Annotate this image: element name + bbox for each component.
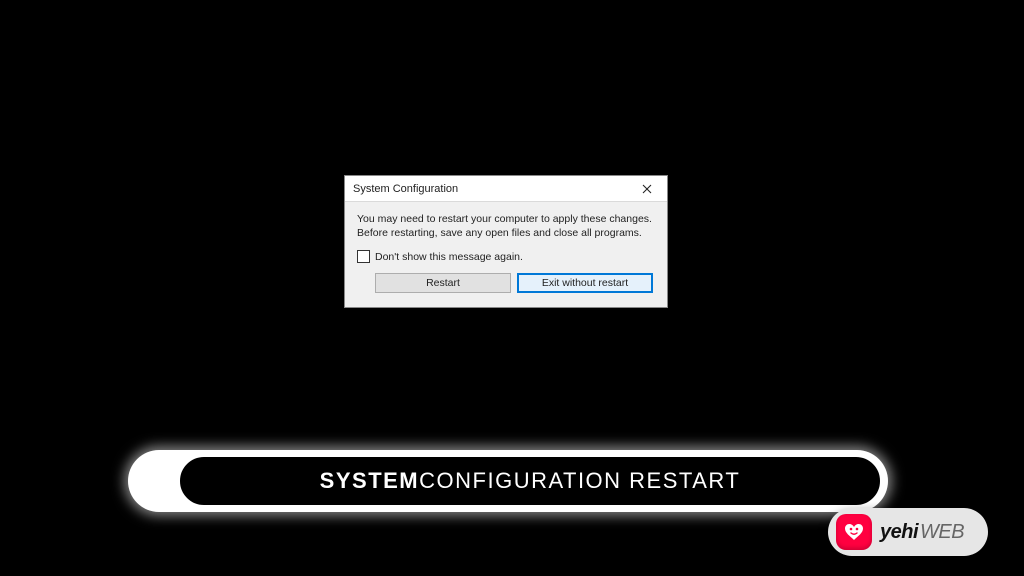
- dialog-message: You may need to restart your computer to…: [357, 212, 655, 240]
- dont-show-again-checkbox[interactable]: Don't show this message again.: [357, 250, 655, 263]
- checkbox-label: Don't show this message again.: [375, 251, 523, 263]
- watermark-brand-light: WEB: [920, 521, 964, 544]
- dialog-title: System Configuration: [353, 183, 627, 195]
- close-icon: [642, 184, 652, 194]
- watermark-brand-bold: yehi: [880, 521, 918, 544]
- dialog-button-row: Restart Exit without restart: [357, 273, 655, 295]
- dialog-titlebar: System Configuration: [345, 176, 667, 202]
- dialog-message-line2: Before restarting, save any open files a…: [357, 227, 642, 239]
- checkbox-icon: [357, 250, 370, 263]
- dialog-message-line1: You may need to restart your computer to…: [357, 213, 652, 225]
- banner-bold-text: SYSTEM: [320, 468, 419, 494]
- caption-banner: SYSTEM CONFIGURATION RESTART: [128, 450, 888, 512]
- exit-without-restart-button[interactable]: Exit without restart: [517, 273, 653, 293]
- banner-text-container: SYSTEM CONFIGURATION RESTART: [178, 455, 882, 507]
- banner-normal-text: CONFIGURATION RESTART: [419, 468, 740, 494]
- watermark-logo: [836, 514, 872, 550]
- dialog-body: You may need to restart your computer to…: [345, 202, 667, 307]
- yehiweb-watermark: yehiWEB: [828, 508, 988, 556]
- close-button[interactable]: [627, 176, 667, 202]
- system-configuration-dialog: System Configuration You may need to res…: [344, 175, 668, 308]
- watermark-text: yehiWEB: [880, 521, 964, 544]
- heart-icon: [844, 523, 864, 541]
- restart-button[interactable]: Restart: [375, 273, 511, 293]
